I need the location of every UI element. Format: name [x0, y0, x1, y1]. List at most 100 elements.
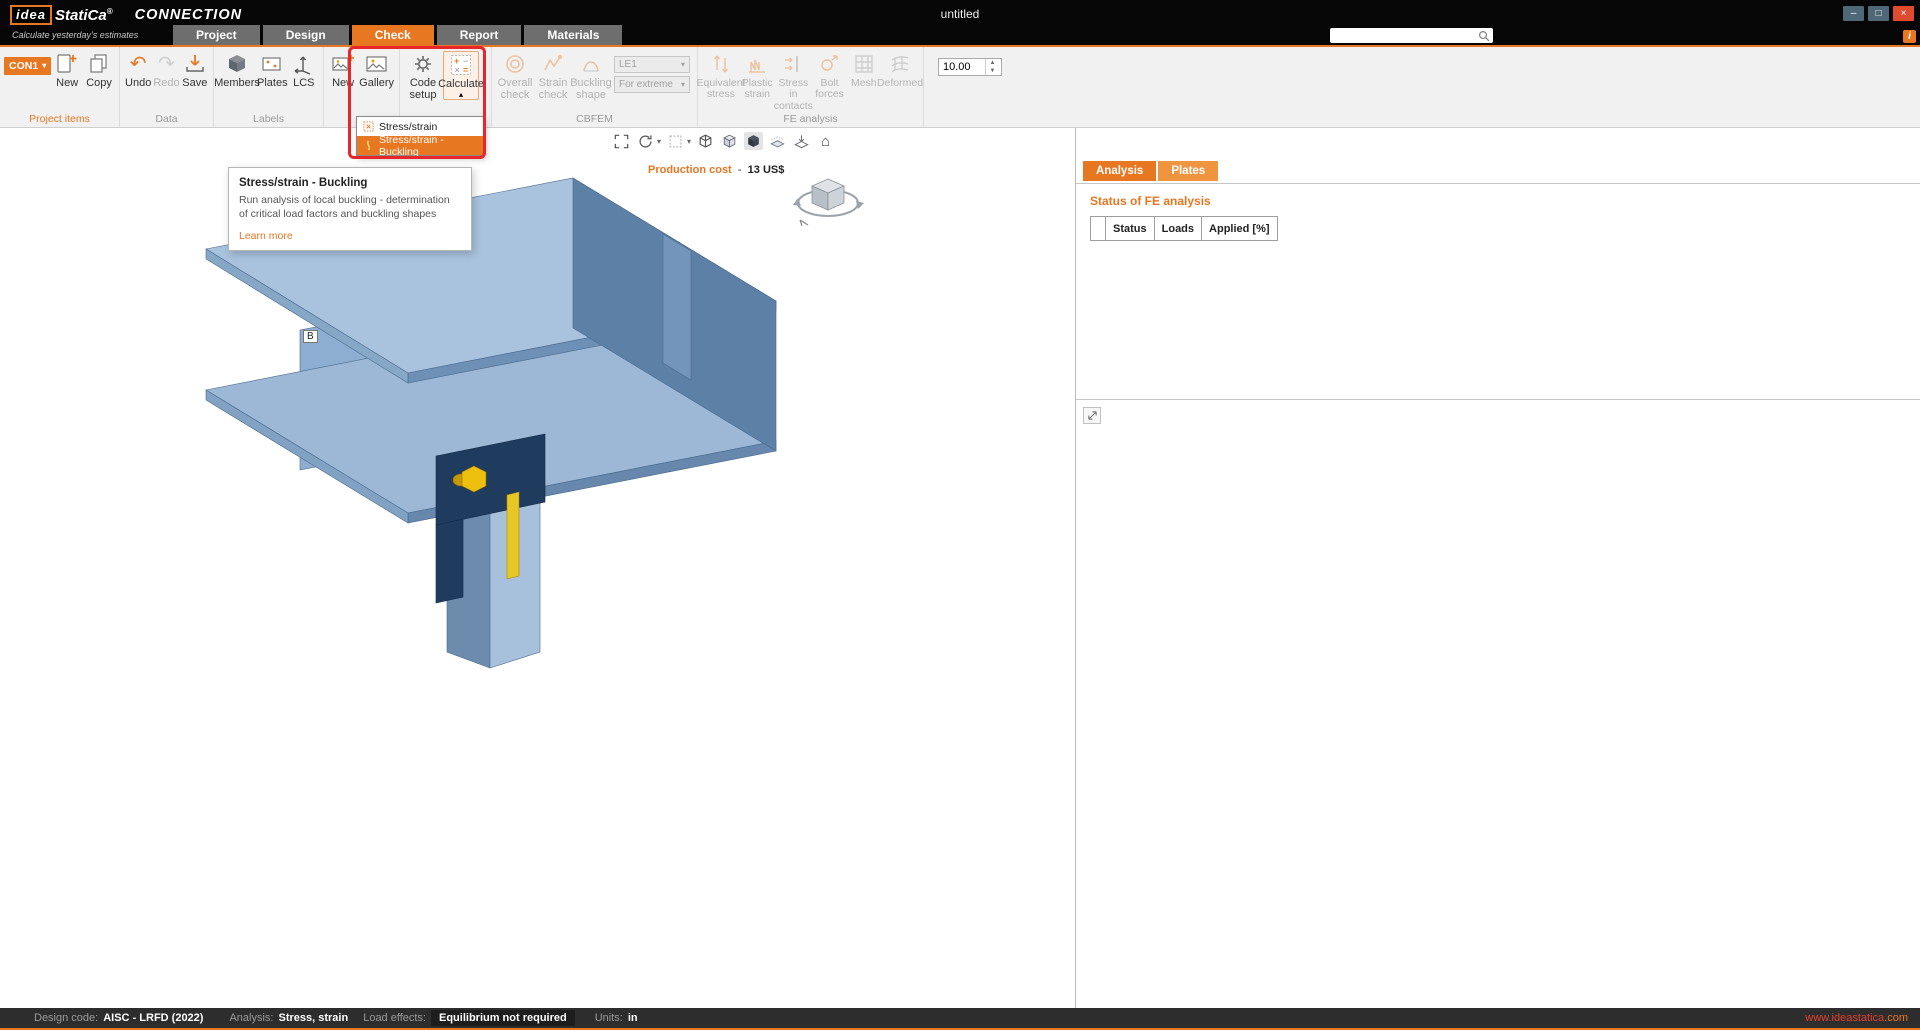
- document-title: untitled: [0, 7, 1920, 21]
- plastic-strain-label: Plastic strain: [741, 78, 773, 101]
- tab-design[interactable]: Design: [263, 25, 349, 45]
- solid-view-icon[interactable]: [744, 132, 763, 150]
- home-view-icon[interactable]: ⌂: [816, 132, 835, 150]
- load-effects-value: Equilibrium not required: [431, 1010, 575, 1026]
- members-button[interactable]: Members: [219, 51, 255, 90]
- learn-more-link[interactable]: Learn more: [239, 230, 461, 242]
- bolt-forces-icon: [816, 51, 842, 77]
- rotate-view-icon[interactable]: [636, 132, 655, 150]
- chevron-up-icon[interactable]: ▴: [459, 91, 463, 99]
- right-panel-tabs: Analysis Plates: [1083, 161, 1218, 181]
- tab-project[interactable]: Project: [173, 25, 260, 45]
- new-picture-label: New: [332, 78, 354, 90]
- website-link[interactable]: www.ideastatica.com: [1805, 1012, 1908, 1024]
- tab-materials[interactable]: Materials: [524, 25, 622, 45]
- deformed-button: Deformed: [882, 51, 918, 89]
- bolt-forces-button: Bolt forces: [813, 51, 845, 101]
- gallery-button[interactable]: Gallery: [359, 51, 394, 90]
- deformed-scale-input[interactable]: [939, 59, 985, 75]
- tab-analysis[interactable]: Analysis: [1083, 161, 1156, 181]
- save-button[interactable]: Save: [182, 51, 208, 90]
- chevron-down-icon: ▾: [681, 81, 685, 89]
- extreme-value: For extreme: [619, 79, 673, 90]
- calculate-button[interactable]: +−×= Calculate ▴: [443, 51, 479, 100]
- website-tld: .com: [1884, 1012, 1908, 1024]
- deformed-scale-spinner[interactable]: ▲ ▼: [938, 58, 1002, 76]
- buckling-tooltip: Stress/strain - Buckling Run analysis of…: [228, 167, 472, 251]
- production-cost-label: Production cost: [648, 164, 732, 176]
- plates-button[interactable]: Plates: [257, 51, 288, 90]
- shaded-view-icon[interactable]: [720, 132, 739, 150]
- overall-check-label: Overall check: [497, 78, 533, 102]
- select-rectangle-icon[interactable]: [666, 132, 685, 150]
- ribbon: CON1 ▾ New Copy Project items ↶ Undo: [0, 47, 1920, 128]
- overall-check-button: Overall check: [497, 51, 533, 102]
- new-picture-button[interactable]: New: [329, 51, 357, 90]
- calculate-dropdown-menu: Stress/strain Stress/strain - Buckling: [356, 116, 484, 156]
- group-calculation: Code setup +−×= Calculate ▴: [400, 47, 492, 127]
- analysis-value: Stress, strain: [279, 1012, 349, 1024]
- units-status: Units: in: [595, 1012, 638, 1024]
- search-icon: [1478, 30, 1490, 42]
- equivalent-stress-button: Equivalent stress: [703, 51, 739, 101]
- header-applied: Applied [%]: [1202, 217, 1278, 241]
- select-options-chevron-icon[interactable]: ▾: [687, 137, 691, 146]
- undo-button[interactable]: ↶ Undo: [125, 51, 151, 90]
- search-input[interactable]: [1330, 28, 1493, 43]
- mesh-button: Mesh: [848, 51, 880, 89]
- rotate-options-chevron-icon[interactable]: ▾: [657, 137, 661, 146]
- code-setup-button[interactable]: Code setup: [405, 51, 441, 102]
- close-button[interactable]: ×: [1893, 6, 1914, 21]
- mesh-icon: [851, 51, 877, 77]
- strain-check-button: Strain check: [535, 51, 571, 102]
- menu-item-label: Stress/strain - Buckling: [379, 134, 477, 158]
- copy-project-item-button[interactable]: Copy: [84, 51, 114, 90]
- group-labels: Members Plates LCS Labels: [214, 47, 324, 127]
- design-code-value: AISC - LRFD (2022): [103, 1012, 203, 1024]
- model-viewport[interactable]: ▾ ▾ ⌂: [0, 128, 1075, 1008]
- website-name: www.ideastatica: [1805, 1012, 1884, 1024]
- main-area: ▾ ▾ ⌂: [0, 128, 1920, 1008]
- group-label-labels: Labels: [214, 113, 323, 125]
- info-button[interactable]: i: [1903, 30, 1916, 43]
- deformed-icon: [887, 51, 913, 77]
- undo-icon: ↶: [125, 51, 151, 77]
- tooltip-description: Run analysis of local buckling - determi…: [239, 194, 461, 221]
- wireframe-view-icon[interactable]: [696, 132, 715, 150]
- menu-item-stress-strain-buckling[interactable]: Stress/strain - Buckling: [357, 136, 483, 155]
- tooltip-title: Stress/strain - Buckling: [239, 177, 461, 189]
- tab-check[interactable]: Check: [352, 25, 434, 45]
- navigation-cube[interactable]: [790, 170, 866, 232]
- gear-icon: [410, 51, 436, 77]
- minimize-button[interactable]: –: [1843, 6, 1864, 21]
- idea-statica-connection-window: idea StatiCa® CONNECTION Calculate yeste…: [0, 0, 1920, 1032]
- deformed-label: Deformed: [877, 78, 923, 89]
- header-loads: Loads: [1154, 217, 1201, 241]
- spinner-up-icon[interactable]: ▲: [986, 59, 999, 67]
- tab-plates[interactable]: Plates: [1158, 161, 1218, 181]
- menu-item-label: Stress/strain: [379, 121, 437, 133]
- units-label: Units:: [595, 1012, 623, 1024]
- svg-text:×: ×: [455, 65, 460, 75]
- zoom-extents-icon[interactable]: [612, 132, 631, 150]
- redo-button: ↷ Redo: [153, 51, 179, 90]
- new-project-item-button[interactable]: New: [52, 51, 82, 90]
- tagline: Calculate yesterday's estimates: [12, 30, 138, 40]
- lcs-button[interactable]: LCS: [290, 51, 318, 90]
- design-code-status: Design code: AISC - LRFD (2022): [34, 1012, 203, 1024]
- buckling-shape-icon: [578, 51, 604, 77]
- member-label-b[interactable]: B: [303, 330, 318, 343]
- lcs-label: LCS: [293, 78, 314, 90]
- expand-panel-button[interactable]: [1083, 407, 1101, 424]
- section-view-icon[interactable]: [792, 132, 811, 150]
- panel-divider: [1076, 183, 1920, 184]
- gallery-label: Gallery: [359, 78, 394, 90]
- tab-report[interactable]: Report: [437, 25, 522, 45]
- con1-selector[interactable]: CON1 ▾: [4, 57, 51, 75]
- save-label: Save: [182, 78, 207, 90]
- transparent-view-icon[interactable]: [768, 132, 787, 150]
- calculate-icon: +−×=: [448, 52, 474, 78]
- spinner-down-icon[interactable]: ▼: [986, 67, 999, 75]
- maximize-button[interactable]: □: [1868, 6, 1889, 21]
- new-picture-icon: [330, 51, 356, 77]
